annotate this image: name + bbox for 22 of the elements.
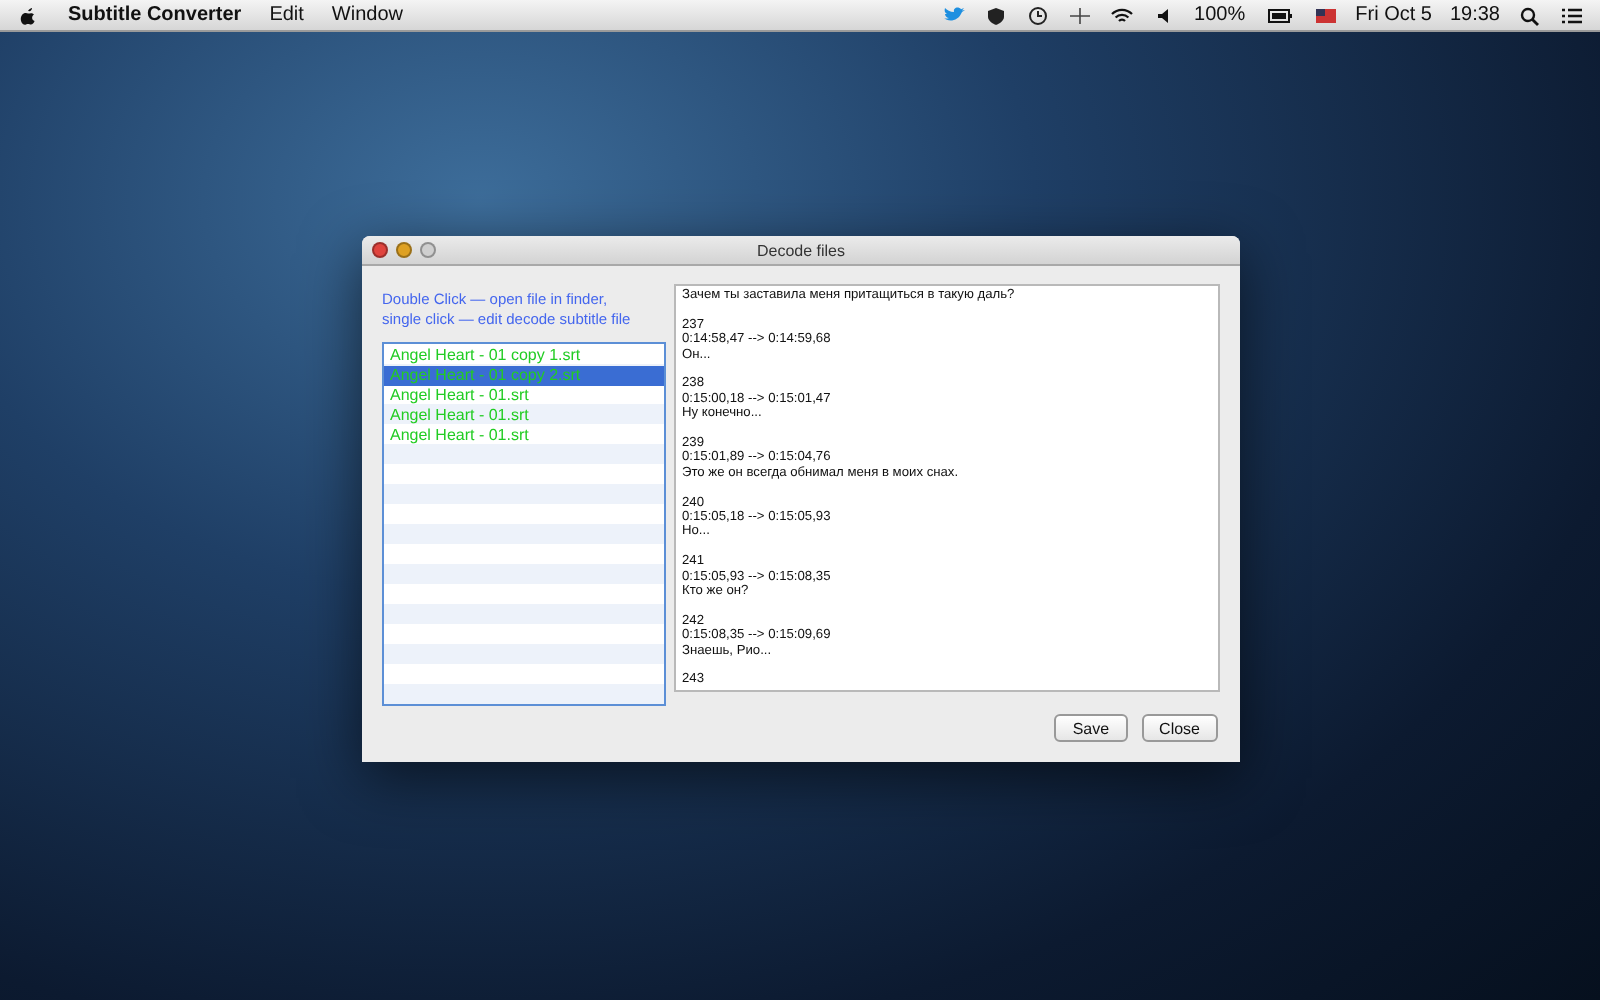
clock-icon[interactable] [1026, 5, 1051, 25]
list-icon[interactable] [1560, 5, 1584, 25]
window-title: Decode files [754, 241, 848, 259]
time-label[interactable]: 19:38 [1449, 4, 1500, 26]
close-window-button[interactable] [372, 242, 388, 258]
app-name[interactable]: Subtitle Converter [68, 4, 242, 26]
apple-icon[interactable] [16, 5, 40, 25]
save-button[interactable]: Save [1054, 714, 1128, 742]
bird-icon[interactable] [942, 5, 967, 25]
battery-icon[interactable] [1263, 5, 1296, 25]
minimize-window-button[interactable] [396, 242, 412, 258]
subtitle-text-area[interactable] [674, 284, 1220, 692]
date-label[interactable]: Fri Oct 5 [1355, 4, 1432, 26]
search-icon[interactable] [1518, 5, 1542, 25]
close-button[interactable]: Close [1141, 714, 1218, 742]
flag-icon[interactable] [1313, 5, 1338, 25]
menu-item[interactable]: Window [331, 4, 403, 26]
shield-icon[interactable] [984, 5, 1009, 25]
wifi-icon[interactable] [1110, 5, 1135, 25]
menu-item[interactable]: Edit [269, 4, 304, 26]
battery-percentage: 100% [1194, 4, 1246, 26]
zoom-window-button[interactable] [420, 242, 436, 258]
